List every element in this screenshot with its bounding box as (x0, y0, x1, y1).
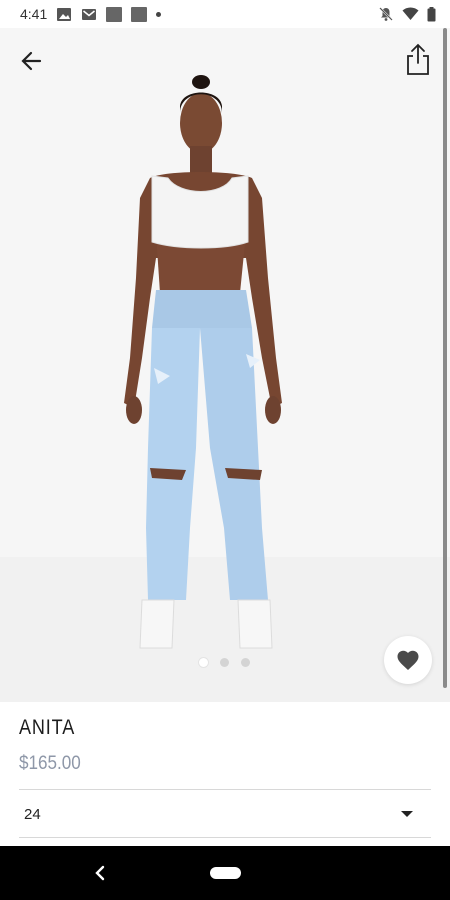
divider (19, 789, 431, 790)
nav-back-icon[interactable] (92, 864, 108, 882)
status-time: 4:41 (20, 6, 48, 22)
app-square-icon (131, 6, 148, 22)
image-icon (57, 7, 72, 21)
system-navigation-bar (0, 846, 450, 900)
gallery-dot-2[interactable] (220, 658, 229, 667)
product-name: ANITA (19, 716, 76, 739)
nav-home-pill[interactable] (210, 867, 241, 879)
product-photo (124, 75, 282, 649)
bell-off-icon (379, 7, 393, 21)
product-price: $165.00 (19, 753, 81, 774)
caret-down-icon (401, 811, 413, 817)
divider (19, 837, 431, 838)
heart-icon (397, 650, 419, 670)
scrollbar[interactable] (443, 28, 447, 702)
gmail-icon (82, 8, 97, 20)
status-bar: 4:41 (0, 0, 450, 28)
back-arrow-icon[interactable] (18, 48, 48, 74)
notification-dot-icon (156, 11, 162, 17)
size-selector[interactable]: 24 (19, 791, 431, 837)
scrollbar-thumb[interactable] (443, 28, 447, 688)
favorite-button[interactable] (384, 636, 432, 684)
gallery-dot-3[interactable] (241, 658, 250, 667)
share-icon[interactable] (404, 43, 432, 77)
wifi-icon (402, 7, 419, 20)
app-square-icon (106, 6, 123, 22)
battery-icon (427, 6, 436, 21)
gallery-dot-1[interactable] (199, 658, 208, 667)
product-image-gallery[interactable] (0, 28, 450, 702)
size-selected-value: 24 (24, 805, 41, 823)
gallery-pagination (199, 658, 250, 667)
